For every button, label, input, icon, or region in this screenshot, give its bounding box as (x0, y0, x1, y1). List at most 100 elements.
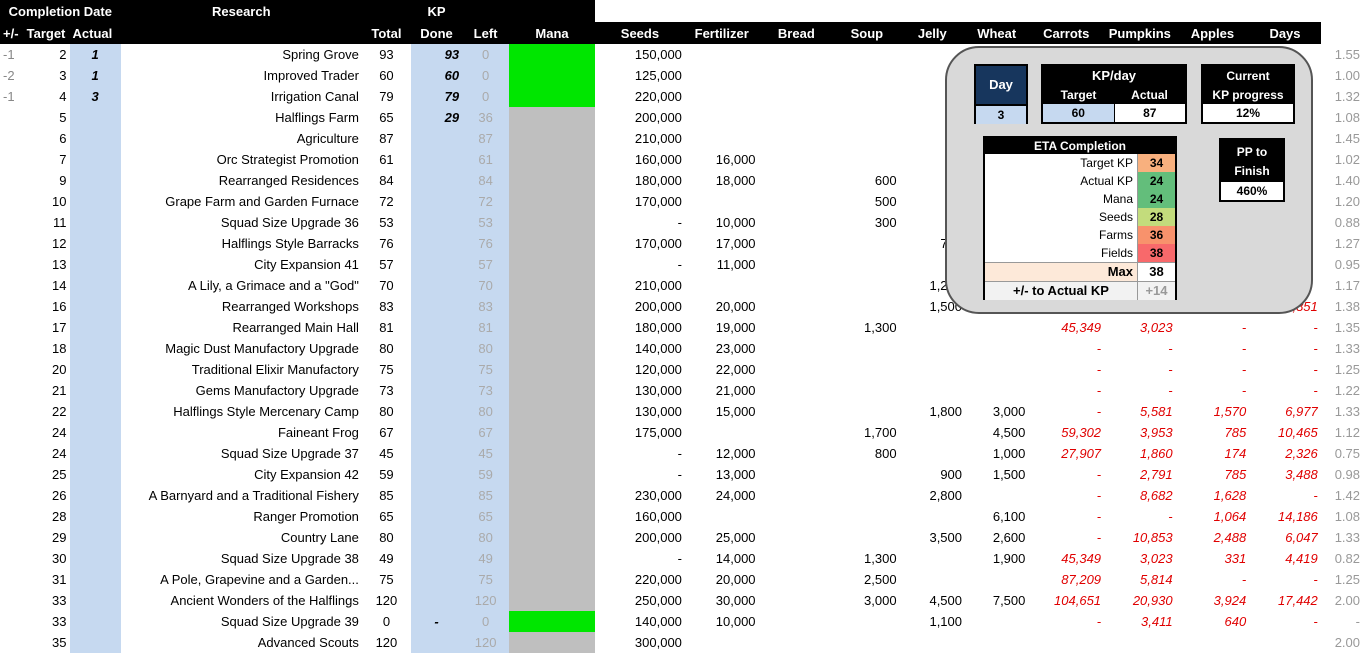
apples-cell: 6,047 (1285, 530, 1318, 545)
actual-day-cell[interactable] (69, 380, 121, 401)
fert-cell (759, 296, 835, 317)
actual-day-cell[interactable] (69, 233, 121, 254)
kp-total-cell: 79 (379, 89, 394, 104)
kp-done-cell[interactable]: - (410, 611, 463, 632)
kp-left-cell: 57 (462, 254, 510, 275)
kp-done-cell[interactable]: 60 (410, 65, 463, 86)
mana-cell: - (677, 551, 682, 566)
kp-done-cell[interactable] (410, 443, 463, 464)
actual-day-cell[interactable] (69, 611, 121, 632)
kp-done-cell[interactable] (410, 317, 463, 338)
kp-done-cell[interactable] (410, 380, 463, 401)
actual-day-cell[interactable] (69, 170, 121, 191)
kp-done-cell[interactable] (410, 212, 463, 233)
kp-total-cell: 61 (379, 152, 394, 167)
kp-done-cell[interactable] (410, 632, 463, 653)
kp-done-cell[interactable] (410, 128, 463, 149)
kp-done-cell[interactable] (410, 296, 463, 317)
actual-day-cell[interactable] (69, 191, 121, 212)
target-day-cell: 33 (52, 614, 67, 629)
kp-done-cell[interactable] (410, 149, 463, 170)
kp-done-cell[interactable] (410, 464, 463, 485)
actual-day-cell[interactable] (69, 569, 121, 590)
actual-day-cell[interactable] (69, 590, 121, 611)
actual-day-cell[interactable]: 3 (69, 86, 121, 107)
seeds-cell (685, 632, 759, 653)
target-day-cell: 18 (52, 341, 67, 356)
days-cell: 0.98 (1334, 467, 1360, 482)
actual-day-cell[interactable]: 1 (69, 65, 121, 86)
mana-cell: 170,000 (634, 194, 682, 209)
actual-day-cell[interactable] (69, 527, 121, 548)
table-row: 26 A Barnyard and a Traditional Fishery 85… (0, 485, 1363, 506)
fert-cell (759, 86, 835, 107)
kp-total-cell: 72 (379, 194, 394, 209)
days-cell: 1.00 (1334, 68, 1360, 83)
target-day-cell: 25 (52, 467, 67, 482)
actual-day-cell[interactable] (69, 548, 121, 569)
apples-cell: 3,488 (1285, 467, 1318, 482)
wheat-cell: 45,349 (1061, 320, 1102, 335)
actual-day-cell[interactable] (69, 485, 121, 506)
actual-day-cell[interactable] (69, 359, 121, 380)
kp-done-cell[interactable]: 29 (410, 107, 463, 128)
kp-done-cell[interactable] (410, 590, 463, 611)
fert-cell (759, 338, 835, 359)
kp-done-cell[interactable] (410, 275, 463, 296)
kp-done-cell[interactable] (410, 527, 463, 548)
kp-done-cell[interactable] (410, 422, 463, 443)
actual-day-cell[interactable] (69, 128, 121, 149)
mana-cell: 130,000 (634, 383, 682, 398)
research-name-cell: A Lily, a Grimace and a "God" (188, 278, 359, 293)
actual-day-cell[interactable] (69, 296, 121, 317)
kp-done-cell[interactable] (410, 548, 463, 569)
status-bar-cell (509, 191, 595, 212)
kp-target-value[interactable]: 60 (1043, 104, 1115, 122)
kp-done-cell[interactable]: 93 (410, 44, 463, 65)
actual-day-cell[interactable] (69, 632, 121, 653)
research-name-cell: Halflings Farm (275, 110, 359, 125)
status-bar-cell (509, 212, 595, 233)
jelly-cell (965, 632, 1028, 653)
kp-done-cell[interactable]: 79 (410, 86, 463, 107)
eta-label: Fields (1100, 246, 1133, 260)
actual-day-cell[interactable] (69, 212, 121, 233)
pumpkins-cell: 1,064 (1213, 509, 1247, 524)
actual-day-cell[interactable] (69, 254, 121, 275)
actual-day-cell[interactable] (69, 506, 121, 527)
days-cell: 1.02 (1334, 152, 1360, 167)
actual-day-cell[interactable] (69, 338, 121, 359)
kp-done-cell[interactable] (410, 233, 463, 254)
eta-row: Actual KP 24 (985, 172, 1175, 190)
mana-cell: 230,000 (634, 488, 682, 503)
day-value[interactable]: 3 (976, 104, 1026, 124)
kp-done-cell[interactable] (410, 506, 463, 527)
actual-day-cell[interactable] (69, 107, 121, 128)
kp-done-cell[interactable] (410, 485, 463, 506)
target-day-cell: 17 (52, 320, 67, 335)
bread-cell (834, 401, 899, 422)
kp-done-cell[interactable] (410, 569, 463, 590)
kp-done-cell[interactable] (410, 170, 463, 191)
kp-done-cell[interactable] (410, 359, 463, 380)
research-name-cell: A Barnyard and a Traditional Fishery (148, 488, 359, 503)
kp-done-cell[interactable] (410, 338, 463, 359)
actual-day-cell[interactable] (69, 422, 121, 443)
actual-day-cell[interactable] (69, 464, 121, 485)
seeds-cell (685, 107, 759, 128)
kp-done-cell[interactable] (410, 401, 463, 422)
actual-day-cell[interactable] (69, 275, 121, 296)
fert-cell (759, 569, 835, 590)
actual-day-cell[interactable] (69, 443, 121, 464)
research-header: Research (120, 0, 362, 44)
kp-done-cell[interactable] (410, 254, 463, 275)
actual-day-cell[interactable] (69, 317, 121, 338)
actual-day-cell[interactable] (69, 149, 121, 170)
actual-day-cell[interactable]: 1 (69, 44, 121, 65)
fert-cell (759, 170, 835, 191)
actual-day-cell[interactable] (69, 401, 121, 422)
seeds-cell: 30,000 (715, 593, 756, 608)
kp-done-cell[interactable] (410, 191, 463, 212)
kp-left-cell: 0 (462, 611, 510, 632)
offset-cell (0, 233, 22, 254)
